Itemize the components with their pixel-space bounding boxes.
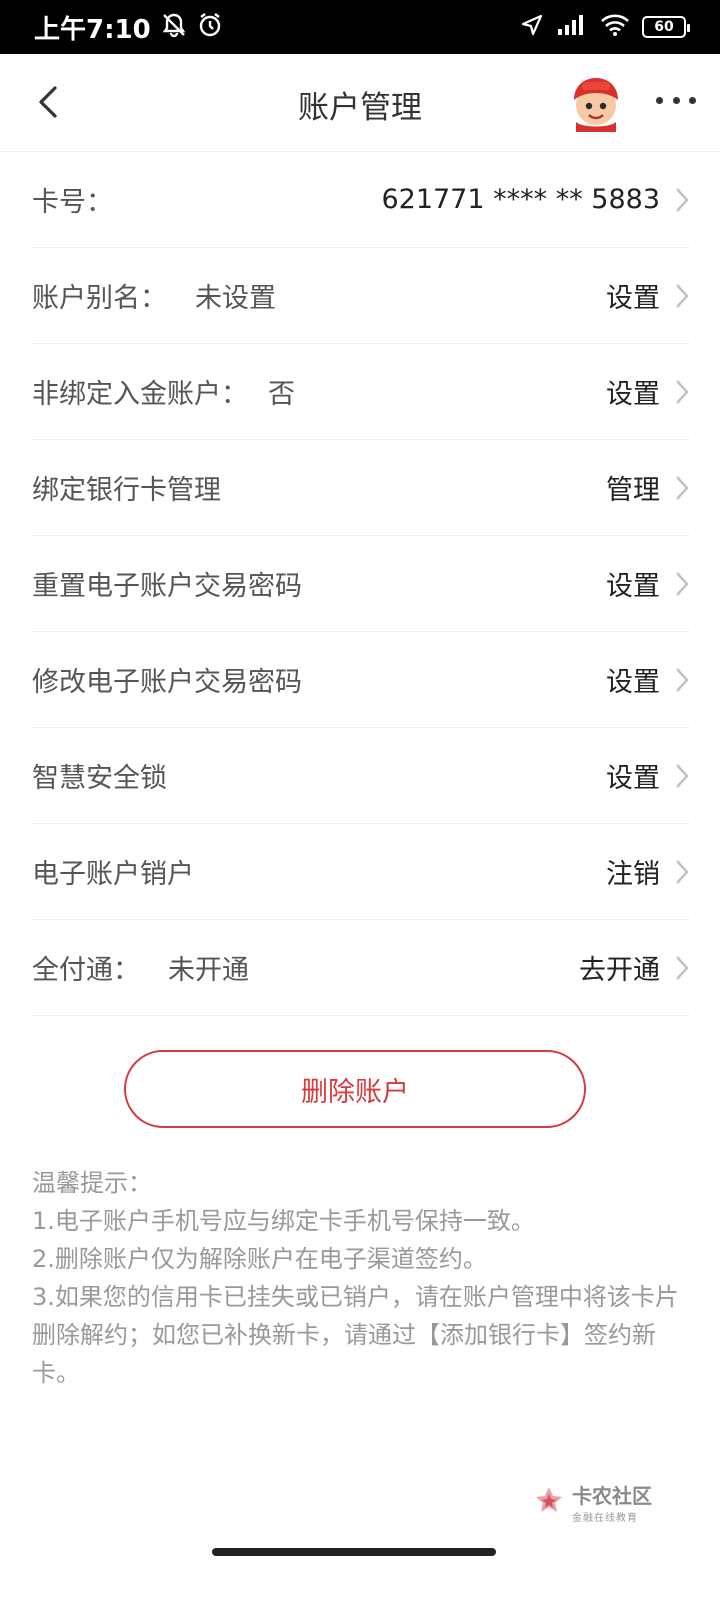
status-right: 60 [520, 13, 690, 41]
chevron-right-icon [676, 667, 689, 692]
row-action: 管理 [606, 475, 660, 506]
row-label: 账户别名： [32, 283, 167, 314]
signal-icon [556, 13, 588, 41]
row-label: 重置电子账户交易密码 [32, 571, 302, 602]
chevron-right-icon [676, 955, 689, 980]
row-change-password[interactable]: 修改电子账户交易密码 设置 [32, 632, 690, 728]
watermark-logo-icon [536, 1487, 562, 1512]
row-label: 修改电子账户交易密码 [32, 667, 302, 698]
row-label: 智慧安全锁 [32, 763, 167, 794]
battery-icon: 60 [642, 16, 690, 38]
row-bound-card-management[interactable]: 绑定银行卡管理 管理 [32, 440, 690, 536]
row-close-account[interactable]: 电子账户销户 注销 [32, 824, 690, 920]
wifi-icon [600, 13, 630, 41]
row-label: 卡号： [32, 187, 113, 218]
row-quanfutong[interactable]: 全付通： 未开通 去开通 [32, 920, 690, 1016]
nav-bar: 账户管理 [0, 54, 720, 152]
row-action: 设置 [606, 283, 660, 314]
more-dot [672, 96, 680, 104]
alarm-icon [197, 12, 223, 42]
row-action: 注销 [606, 859, 660, 890]
chevron-right-icon [676, 763, 689, 788]
chevron-right-icon [676, 475, 689, 500]
row-reset-password[interactable]: 重置电子账户交易密码 设置 [32, 536, 690, 632]
card-number-value: 621771 **** ** 5883 [381, 184, 660, 215]
status-time: 上午7:10 [34, 14, 151, 45]
row-unbound-deposit-account[interactable]: 非绑定入金账户： 否 设置 [32, 344, 690, 440]
row-label: 电子账户销户 [32, 859, 194, 890]
row-action: 设置 [606, 667, 660, 698]
settings-list: 卡号： 621771 **** ** 5883 账户别名： 未设置 设置 非绑定… [0, 152, 720, 1016]
row-account-alias[interactable]: 账户别名： 未设置 设置 [32, 248, 690, 344]
row-smart-security-lock[interactable]: 智慧安全锁 设置 [32, 728, 690, 824]
home-indicator[interactable] [212, 1548, 496, 1556]
row-action: 设置 [606, 571, 660, 602]
mascot-avatar[interactable] [566, 72, 626, 132]
watermark-title: 卡农社区 [572, 1484, 652, 1508]
tips-item: 1.电子账户手机号应与绑定卡手机号保持一致。 [32, 1207, 535, 1235]
status-left-icons [161, 12, 223, 42]
tips-item: 3.如果您的信用卡已挂失或已销户，请在账户管理中将该卡片删除解约；如您已补换新卡… [32, 1283, 679, 1387]
row-action: 设置 [606, 379, 660, 410]
tips-section: 温馨提示： 1.电子账户手机号应与绑定卡手机号保持一致。 2.删除账户仅为解除账… [32, 1164, 692, 1392]
more-dot [689, 96, 696, 104]
row-label: 非绑定入金账户： [32, 379, 248, 410]
chevron-right-icon [676, 379, 689, 404]
chevron-right-icon [676, 859, 689, 884]
watermark-text: 卡农社区 金融在线教育 [572, 1480, 652, 1524]
more-dot [656, 96, 663, 104]
chevron-right-icon [676, 283, 689, 308]
row-label: 绑定银行卡管理 [32, 475, 221, 506]
row-action: 去开通 [579, 955, 660, 986]
watermark: 卡农社区 金融在线教育 [532, 1480, 652, 1524]
row-status: 否 [268, 379, 295, 410]
location-icon [520, 13, 544, 41]
row-action: 设置 [606, 763, 660, 794]
watermark-subtitle: 金融在线教育 [572, 1513, 638, 1524]
delete-account-button[interactable]: 删除账户 [124, 1050, 586, 1128]
muted-bell-icon [161, 12, 187, 42]
status-bar: 上午7:10 60 [0, 0, 720, 54]
row-status: 未开通 [168, 955, 249, 986]
chevron-right-icon [676, 571, 689, 596]
row-label: 全付通： [32, 955, 140, 986]
more-button[interactable] [656, 90, 696, 110]
row-card-number[interactable]: 卡号： 621771 **** ** 5883 [32, 152, 690, 248]
chevron-right-icon [676, 187, 689, 212]
tips-item: 2.删除账户仅为解除账户在电子渠道签约。 [32, 1245, 487, 1273]
row-status: 未设置 [195, 283, 276, 314]
tips-title: 温馨提示： [32, 1169, 152, 1197]
